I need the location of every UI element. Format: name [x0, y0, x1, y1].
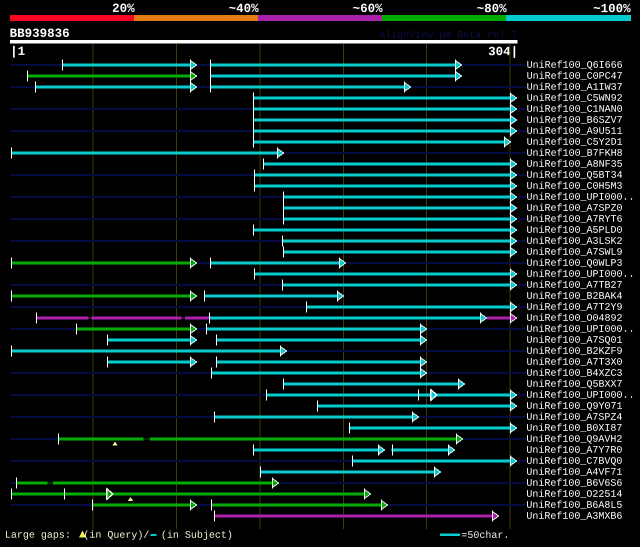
svg-text:UniRef100_O04892: UniRef100_O04892 — [526, 313, 622, 325]
svg-text:UniRef100_A7Y7R0: UniRef100_A7Y7R0 — [526, 445, 622, 457]
svg-text:UniRef100_C0H5M3: UniRef100_C0H5M3 — [527, 181, 623, 193]
svg-text:UniRef100_Q9AVH2: UniRef100_Q9AVH2 — [526, 434, 622, 446]
svg-text:UniRef100_A7SPZ4: UniRef100_A7SPZ4 — [526, 412, 622, 424]
svg-text:UniRef100_Q6I666: UniRef100_Q6I666 — [527, 60, 623, 72]
svg-text:UniRef100_Q0WLP3: UniRef100_Q0WLP3 — [527, 258, 623, 270]
svg-text:~80%: ~80% — [477, 2, 508, 16]
svg-text:UniRef100_B2KZF9: UniRef100_B2KZF9 — [526, 346, 622, 358]
svg-text:UniRef100_A7TB27: UniRef100_A7TB27 — [526, 280, 622, 292]
svg-text:UniRef100_A9U511: UniRef100_A9U511 — [527, 126, 623, 138]
svg-text:UniRef100_A7T2Y9: UniRef100_A7T2Y9 — [526, 302, 622, 314]
svg-text:UniRef100_A3MXB6: UniRef100_A3MXB6 — [526, 511, 622, 523]
svg-text:UniRef100_B0XI87: UniRef100_B0XI87 — [526, 423, 622, 435]
svg-text:UniRef100_A3LSK2: UniRef100_A3LSK2 — [527, 236, 623, 248]
svg-text:304|: 304| — [488, 45, 518, 59]
svg-text:(in Query)/: (in Query)/ — [83, 530, 149, 542]
svg-text:UniRef100_C7BVQ0: UniRef100_C7BVQ0 — [526, 456, 622, 468]
svg-text:UniRef100_A7SWL9: UniRef100_A7SWL9 — [527, 247, 623, 259]
svg-text:UniRef100_C5Y2D1: UniRef100_C5Y2D1 — [527, 137, 623, 149]
svg-text:|1: |1 — [10, 45, 25, 59]
svg-text:UniRef100_UPI000..: UniRef100_UPI000.. — [526, 390, 634, 402]
svg-text:UniRef100_A1IW37: UniRef100_A1IW37 — [527, 82, 623, 94]
svg-text:UniRef100_O22514: UniRef100_O22514 — [526, 489, 622, 501]
svg-text:UniRef100_Q5BT34: UniRef100_Q5BT34 — [527, 170, 623, 182]
svg-text:~40%: ~40% — [229, 2, 260, 16]
svg-text:20%: 20% — [112, 2, 135, 16]
svg-text:UniRef100_A8NF35: UniRef100_A8NF35 — [527, 159, 623, 171]
svg-text:UniRef100_Q9Y071: UniRef100_Q9Y071 — [526, 401, 622, 413]
svg-text:(in Subject): (in Subject) — [161, 530, 233, 542]
svg-text:Large gaps:: Large gaps: — [5, 531, 77, 542]
svg-text:UniRef100_B7FKH8: UniRef100_B7FKH8 — [527, 148, 623, 160]
svg-text:~100%: ~100% — [593, 2, 631, 16]
svg-text:UniRef100_B4XZC3: UniRef100_B4XZC3 — [526, 368, 622, 380]
svg-text:UniRef100_UPI000..: UniRef100_UPI000.. — [526, 324, 634, 336]
svg-text:UniRef100_A4VF71: UniRef100_A4VF71 — [526, 467, 622, 479]
svg-text:UniRef100_A7SPZ0: UniRef100_A7SPZ0 — [527, 203, 623, 215]
svg-text:UniRef100_B6A8L5: UniRef100_B6A8L5 — [526, 500, 622, 512]
svg-text:=50char.: =50char. — [461, 530, 509, 542]
svg-text:UniRef100_B6SZV7: UniRef100_B6SZV7 — [527, 115, 623, 127]
svg-text:UniRef100_A5PLD0: UniRef100_A5PLD0 — [527, 225, 623, 237]
svg-text:UniRef100_C0PC47: UniRef100_C0PC47 — [527, 71, 623, 83]
svg-text:UniRef100_C1NAN0: UniRef100_C1NAN0 — [527, 104, 623, 116]
svg-text:UniRef100_B6V6S6: UniRef100_B6V6S6 — [526, 478, 622, 490]
svg-text:BB939836: BB939836 — [10, 27, 70, 41]
svg-text:UniRef100_A7RYT6: UniRef100_A7RYT6 — [527, 214, 623, 226]
svg-text:UniRef100_Q5BXX7: UniRef100_Q5BXX7 — [526, 379, 622, 391]
svg-text:UniRef100_A7SQ01: UniRef100_A7SQ01 — [526, 335, 622, 347]
svg-text:UniRef100_C5WN92: UniRef100_C5WN92 — [527, 93, 623, 105]
svg-text:UniRef100_B2BAK4: UniRef100_B2BAK4 — [526, 291, 622, 303]
svg-text:AlignView.pm Beta rel.7: AlignView.pm Beta rel.7 — [379, 30, 517, 42]
svg-text:UniRef100_A7T3X0: UniRef100_A7T3X0 — [526, 357, 622, 369]
svg-text:~60%: ~60% — [353, 2, 384, 16]
svg-text:UniRef100_UPI000..: UniRef100_UPI000.. — [527, 192, 635, 204]
svg-text:UniRef100_UPI000..: UniRef100_UPI000.. — [526, 269, 634, 281]
